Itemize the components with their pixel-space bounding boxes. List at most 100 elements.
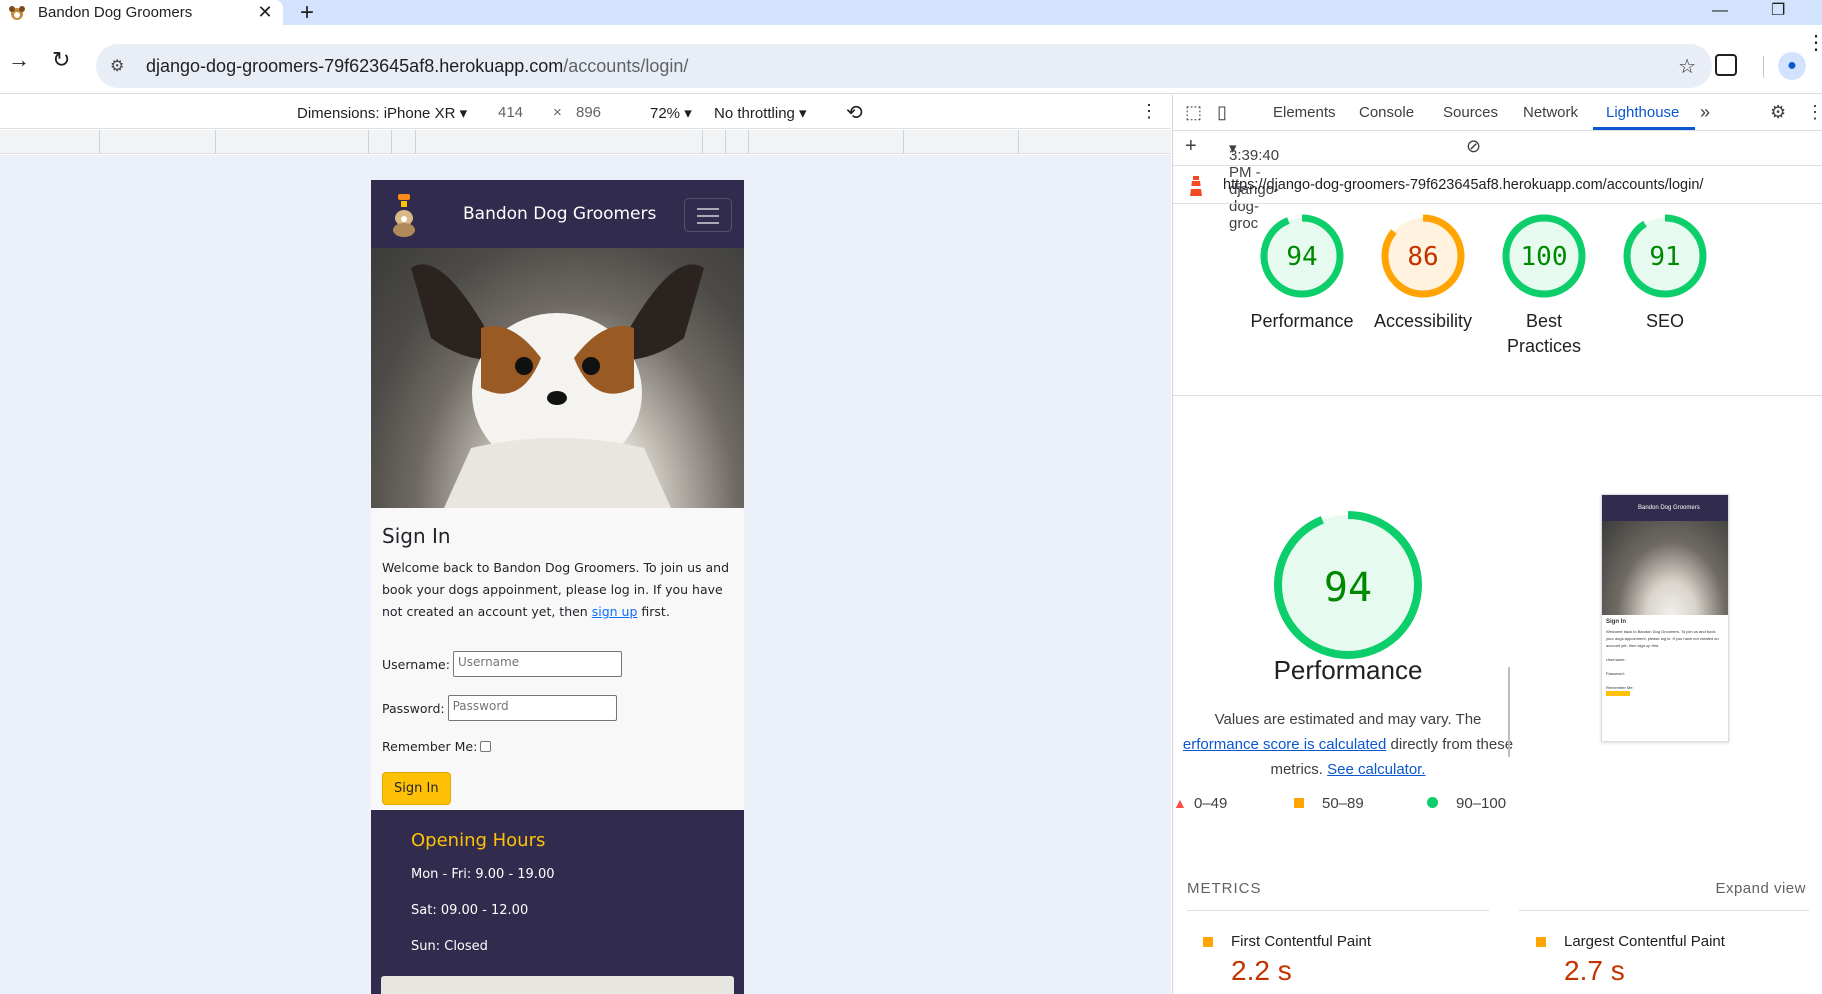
report-url[interactable]: https://django-dog-groomers-79f623645af8…	[1223, 177, 1703, 193]
password-input[interactable]: Password	[447, 695, 617, 721]
new-tab-icon[interactable]: +	[300, 0, 314, 25]
lighthouse-logo-icon	[1190, 176, 1202, 196]
device-width[interactable]: 414	[498, 104, 523, 121]
remember-row: Remember Me:	[382, 739, 733, 754]
remember-checkbox[interactable]	[480, 741, 492, 752]
browser-tab[interactable]: Bandon Dog Groomers ✕	[0, 0, 283, 25]
device-options-icon[interactable]: ⋮	[1140, 101, 1158, 122]
bookmark-star-icon[interactable]: ☆	[1678, 54, 1696, 79]
forward-icon[interactable]: →	[8, 47, 30, 73]
gauge-label-seo: SEO	[1645, 311, 1684, 331]
score-calculated-link[interactable]: erformance score is calculated	[1183, 736, 1386, 753]
metric-name-lcp: Largest Contentful Paint	[1564, 933, 1725, 950]
password-label: Password:	[382, 700, 445, 716]
scroll-indicator[interactable]	[1508, 667, 1510, 757]
pass-circle-icon	[1427, 797, 1438, 808]
more-tabs-icon[interactable]: »	[1700, 102, 1710, 123]
gauge-best-practices[interactable]: 100 Best Practices	[1474, 213, 1614, 359]
gauge-accessibility[interactable]: 86 Accessibility	[1353, 213, 1493, 334]
lighthouse-toolbar: + 3:39:40 PM - django-dog-groc ▾ ⊘	[1173, 131, 1822, 232]
username-input[interactable]: Username	[452, 651, 622, 677]
dimensions-dropdown[interactable]: Dimensions: iPhone XR ▾	[297, 104, 467, 122]
new-report-icon[interactable]: +	[1185, 135, 1197, 158]
inspect-element-icon[interactable]: ⬚	[1185, 102, 1202, 123]
devtools-menu-icon[interactable]: ⋮	[1806, 102, 1822, 123]
address-bar[interactable]: ⚙ django-dog-groomers-79f623645af8.herok…	[96, 44, 1712, 88]
emulated-page: Bandon Dog Groomers Sign In Welcome back…	[371, 180, 744, 994]
report-url-bar: https://django-dog-groomers-79f623645af8…	[1173, 166, 1822, 204]
hours-weekday: Mon - Fri: 9.00 - 19.00	[411, 867, 555, 882]
minimize-icon[interactable]: —	[1712, 0, 1728, 22]
score-seo: 91	[1649, 242, 1680, 272]
score-description: Values are estimated and may vary. The e…	[1182, 711, 1514, 778]
section-divider	[1173, 395, 1822, 396]
sign-in-button[interactable]: Sign In	[382, 772, 451, 805]
clear-reports-icon[interactable]: ⊘	[1466, 136, 1481, 157]
metric-name-fcp: First Contentful Paint	[1231, 933, 1372, 950]
big-performance-gauge: 94	[1173, 505, 1523, 665]
metrics-divider-left	[1187, 910, 1489, 911]
fail-triangle-icon: ▲	[1173, 795, 1187, 811]
legend-average: 50–89	[1322, 795, 1364, 812]
tab-sources[interactable]: Sources	[1443, 104, 1498, 121]
tab-network[interactable]: Network	[1523, 104, 1578, 121]
close-tab-icon[interactable]: ✕	[253, 2, 277, 23]
rotate-icon[interactable]: ⟲	[846, 100, 863, 125]
final-screenshot-thumbnail[interactable]: Bandon Dog Groomers Sign In Welcome back…	[1601, 494, 1729, 742]
metrics-divider-right	[1519, 910, 1809, 911]
legend-fail: 0–49	[1194, 795, 1228, 812]
hours-saturday: Sat: 09.00 - 12.00	[411, 903, 529, 918]
opening-hours-heading: Opening Hours	[411, 830, 546, 851]
hero-dog-image	[371, 248, 744, 508]
expand-view-button[interactable]: Expand view	[1715, 880, 1806, 897]
gauge-label-accessibility: Accessibility	[1373, 311, 1473, 331]
score-best-practices: 100	[1521, 242, 1568, 272]
browser-menu-icon[interactable]: ⋮	[1806, 30, 1822, 55]
throttling-dropdown[interactable]: No throttling ▾	[714, 104, 807, 122]
big-performance-title: Performance	[1273, 655, 1423, 685]
media-query-ruler	[0, 130, 1171, 154]
settings-gear-icon[interactable]: ⚙	[1770, 102, 1786, 123]
navbar-toggle-button[interactable]	[684, 198, 732, 232]
sign-in-section: Sign In Welcome back to Bandon Dog Groom…	[371, 508, 744, 805]
see-calculator-link[interactable]: See calculator.	[1327, 761, 1425, 778]
gauge-label-best-practices: Best Practices	[1506, 311, 1582, 356]
password-row: Password: Password	[382, 695, 733, 721]
device-toggle-icon[interactable]: ▯	[1217, 102, 1227, 123]
tab-title: Bandon Dog Groomers	[38, 4, 193, 21]
tab-lighthouse[interactable]: Lighthouse	[1606, 104, 1679, 121]
report-selector[interactable]: 3:39:40 PM - django-dog-groc ▾	[1229, 139, 1279, 232]
device-height[interactable]: 896	[576, 104, 601, 121]
active-tab-underline	[1593, 127, 1695, 130]
url-text: django-dog-groomers-79f623645af8.herokua…	[146, 55, 689, 76]
gauge-seo[interactable]: 91 SEO	[1595, 213, 1735, 334]
metrics-heading: METRICS	[1187, 880, 1262, 897]
zoom-dropdown[interactable]: 72% ▾	[650, 104, 692, 122]
tab-elements[interactable]: Elements	[1273, 104, 1336, 121]
site-info-icon[interactable]: ⚙	[110, 56, 132, 76]
profile-avatar-icon[interactable]: ●	[1778, 52, 1806, 80]
devtools-tabbar: ⬚ ▯ Elements Console Sources Network Lig…	[1173, 95, 1822, 131]
average-square-icon	[1294, 798, 1304, 808]
dog-logo-icon[interactable]	[389, 192, 419, 238]
sign-up-link[interactable]: sign up	[592, 604, 638, 619]
tab-strip: Bandon Dog Groomers ✕ + — ❐	[0, 0, 1822, 25]
remember-label: Remember Me:	[382, 739, 478, 754]
username-row: Username: Username	[382, 651, 733, 677]
fcp-average-icon	[1203, 937, 1213, 947]
devtools-panel: ⬚ ▯ Elements Console Sources Network Lig…	[1173, 95, 1822, 994]
reload-icon[interactable]: ↻	[52, 47, 70, 73]
opening-hours-footer: Opening Hours Mon - Fri: 9.00 - 19.00 Sa…	[371, 810, 744, 994]
big-score: 94	[1324, 565, 1372, 611]
extensions-icon[interactable]	[1715, 54, 1737, 76]
map-embed[interactable]	[381, 976, 734, 994]
score-performance: 94	[1286, 242, 1317, 272]
hours-sunday: Sun: Closed	[411, 939, 488, 954]
site-brand[interactable]: Bandon Dog Groomers	[463, 204, 656, 224]
restore-icon[interactable]: ❐	[1771, 0, 1785, 22]
gauge-performance[interactable]: 94 Performance	[1232, 213, 1372, 334]
tab-console[interactable]: Console	[1359, 104, 1414, 121]
sign-in-heading: Sign In	[382, 524, 451, 548]
thumb-navbar: Bandon Dog Groomers	[1602, 495, 1728, 521]
toolbar-divider	[1763, 56, 1764, 78]
